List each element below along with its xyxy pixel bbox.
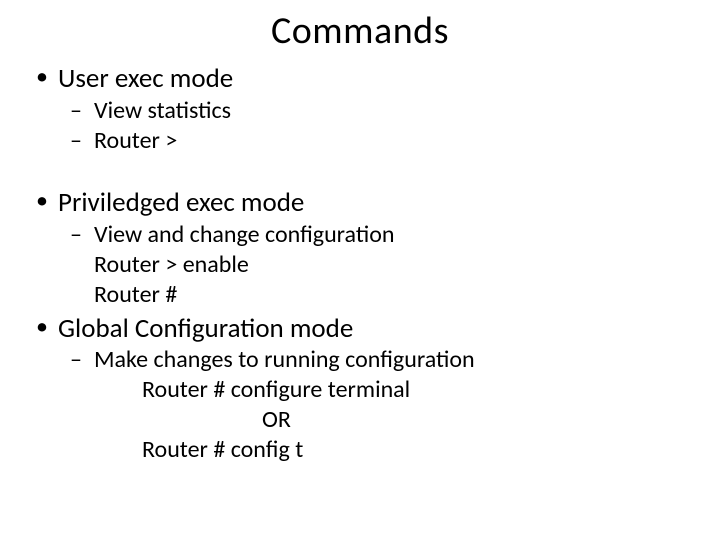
sub-item: Router #	[70, 280, 690, 310]
section-heading: Global Configuration mode	[58, 312, 353, 345]
sub-sub-item: Router # config t	[142, 435, 690, 465]
sub-item-text: View and change configuration	[94, 220, 394, 249]
sub-sub-item-text: Router # configure terminal	[142, 375, 410, 404]
sub-item: Make changes to running configuration Ro…	[70, 345, 690, 465]
sub-sub-item-text: OR	[262, 405, 291, 434]
sub-item-text: View statistics	[94, 96, 231, 125]
sub-item: View statistics	[70, 96, 690, 126]
sub-list: View statistics Router >	[58, 96, 690, 156]
slide: Commands User exec mode View statistics …	[0, 0, 720, 540]
sub-sub-item: Router # configure terminal	[142, 375, 690, 405]
sub-sub-item-or: OR	[142, 405, 690, 435]
bullet-list: User exec mode View statistics Router > …	[30, 62, 690, 465]
sub-item: View and change configuration	[70, 220, 690, 250]
sub-sub-list: Router # configure terminal OR Router # …	[94, 375, 690, 465]
section-heading: User exec mode	[58, 62, 233, 95]
section-priv-exec: Priviledged exec mode View and change co…	[30, 186, 690, 310]
section-heading: Priviledged exec mode	[58, 186, 304, 219]
sub-item: Router >	[70, 126, 690, 156]
section-user-exec: User exec mode View statistics Router >	[30, 62, 690, 184]
sub-item-text: Router > enable	[94, 250, 249, 279]
sub-list: Make changes to running configuration Ro…	[58, 345, 690, 465]
slide-title: Commands	[0, 0, 720, 54]
sub-sub-item-text: Router # config t	[142, 435, 303, 464]
sub-item-text: Make changes to running configuration	[94, 345, 475, 374]
section-global-config: Global Configuration mode Make changes t…	[30, 312, 690, 466]
sub-item-text: Router >	[94, 126, 177, 155]
spacer	[58, 156, 690, 184]
sub-list: View and change configuration Router > e…	[58, 220, 690, 310]
slide-content: User exec mode View statistics Router > …	[0, 54, 720, 465]
sub-item-text: Router #	[94, 280, 177, 309]
sub-item: Router > enable	[70, 250, 690, 280]
